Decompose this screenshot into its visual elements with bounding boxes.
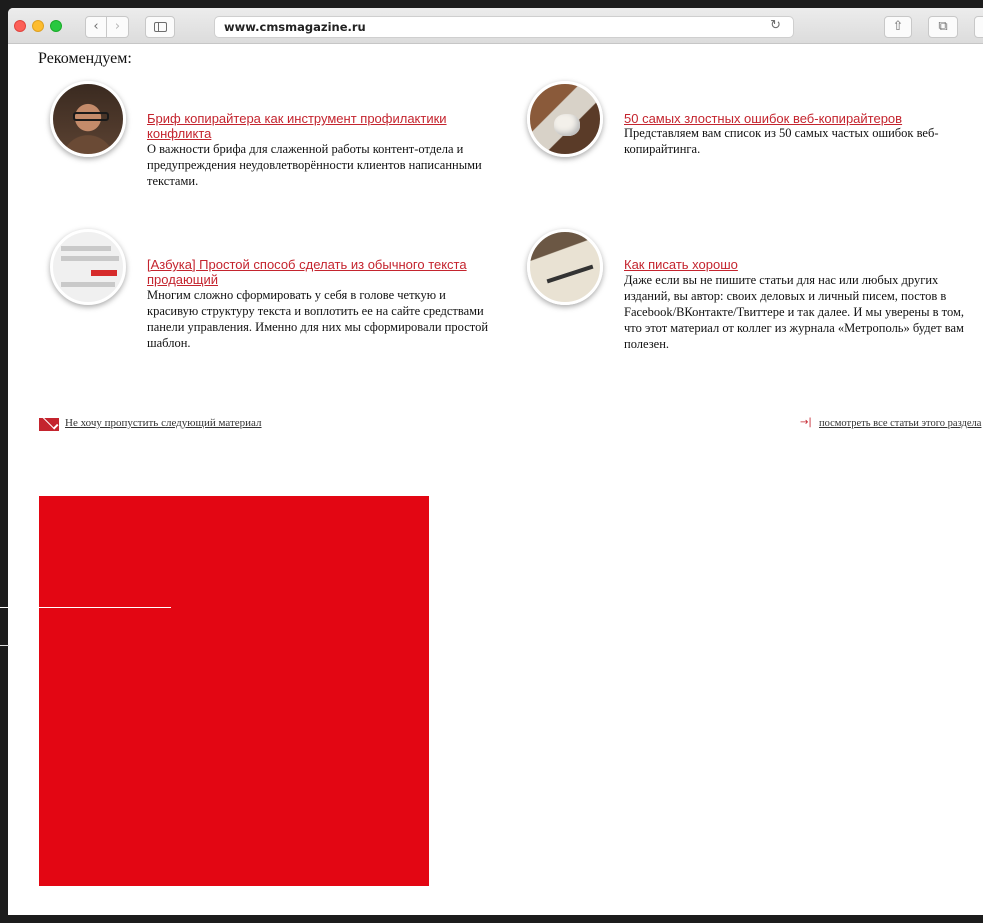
glasses-icon <box>73 112 109 121</box>
sidebar-toggle-button[interactable] <box>145 16 175 38</box>
all-articles-link[interactable]: посмотреть все статьи этого раздела <box>819 418 981 429</box>
new-tab-button[interactable] <box>974 16 983 38</box>
article-thumbnail[interactable] <box>50 81 126 157</box>
article-thumbnail[interactable] <box>50 229 126 305</box>
chevron-right-icon: › <box>114 19 121 34</box>
article-link[interactable]: Бриф копирайтера как инструмент профилак… <box>147 111 492 141</box>
chevron-left-icon: ‹ <box>93 19 99 34</box>
sidebar-icon <box>154 22 167 32</box>
article-link[interactable]: 50 самых злостных ошибок веб-копирайтеро… <box>624 111 974 126</box>
zoom-window-button[interactable] <box>50 20 62 32</box>
crumpled-paper-icon <box>554 114 580 136</box>
promo-banner[interactable] <box>39 496 429 886</box>
article-link[interactable]: Как писать хорошо <box>624 257 964 272</box>
divider-line <box>0 645 9 646</box>
article-description: Даже если вы не пишите статьи для нас ил… <box>624 273 964 351</box>
share-icon: ⇧ <box>892 19 904 34</box>
article-description: Многим сложно сформировать у себя в голо… <box>147 288 489 350</box>
envelope-icon <box>39 418 59 431</box>
article-description: Представляем вам список из 50 самых част… <box>624 126 939 156</box>
close-window-button[interactable] <box>14 20 26 32</box>
url-text: www.cmsmagazine.ru <box>224 20 366 34</box>
page-content: Рекомендуем: Бриф копирайтера как инстру… <box>8 45 983 923</box>
text-line <box>61 282 115 287</box>
arrow-right-icon: →| <box>800 417 812 428</box>
section-title: Рекомендуем: <box>38 50 132 67</box>
minimize-window-button[interactable] <box>32 20 44 32</box>
address-bar[interactable]: www.cmsmagazine.ru ↻ <box>214 16 794 38</box>
text-line <box>61 246 111 251</box>
price-tag-icon <box>91 270 117 276</box>
divider-line <box>0 607 171 608</box>
reload-icon[interactable]: ↻ <box>770 18 781 33</box>
article-link[interactable]: [Азбука] Простой способ сделать из обычн… <box>147 257 507 287</box>
back-button[interactable]: ‹ <box>85 16 107 38</box>
pen-icon <box>546 264 594 284</box>
text-line <box>61 256 119 261</box>
browser-toolbar: ‹ › www.cmsmagazine.ru ↻ ⇧ ⧉ <box>8 8 983 44</box>
browser-window: ‹ › www.cmsmagazine.ru ↻ ⇧ ⧉ Рекомендуем… <box>8 8 983 923</box>
article-description: О важности брифа для слаженной работы ко… <box>147 142 482 188</box>
subscribe-link[interactable]: Не хочу пропустить следующий материал <box>65 417 262 429</box>
article-thumbnail[interactable] <box>527 229 603 305</box>
tabs-icon: ⧉ <box>938 19 948 34</box>
window-bottom-edge <box>0 915 983 923</box>
tabs-overview-button[interactable]: ⧉ <box>928 16 958 38</box>
share-button[interactable]: ⇧ <box>884 16 912 38</box>
article-thumbnail[interactable] <box>527 81 603 157</box>
forward-button[interactable]: › <box>107 16 129 38</box>
